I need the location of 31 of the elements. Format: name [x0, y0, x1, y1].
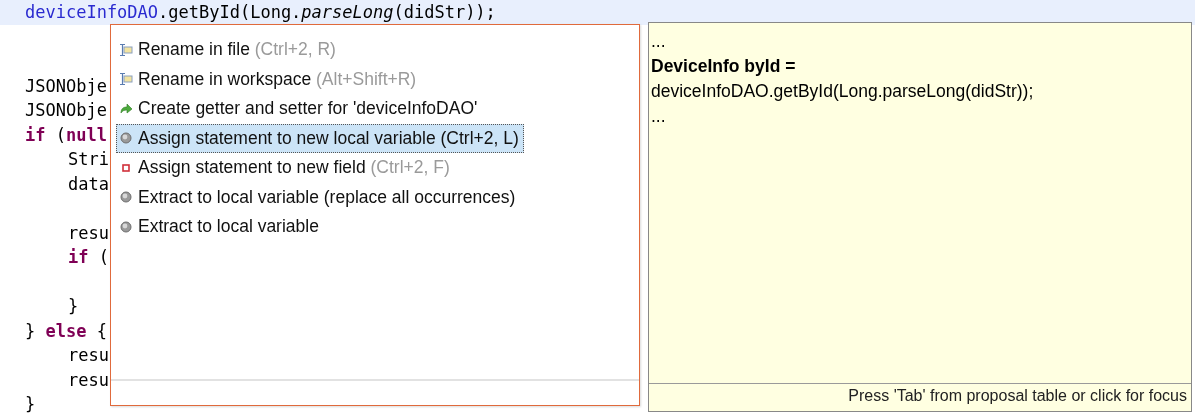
code-line: JSONObje	[25, 100, 107, 120]
code-line: resu	[68, 222, 109, 243]
arrow-icon	[119, 101, 133, 116]
preview-line: deviceInfoDAO.getById(Long.parseLong(didStr));	[651, 80, 1034, 103]
code-line: resu	[68, 345, 109, 365]
rename-icon	[119, 42, 133, 57]
proposal-item[interactable]: Rename in file (Ctrl+2, R)	[116, 35, 341, 65]
code-line: }	[25, 394, 36, 414]
code-line: Stri	[68, 149, 109, 169]
code-line: resu	[68, 369, 109, 390]
proposal-item[interactable]: Create getter and setter for 'deviceInfoDAO'	[116, 94, 483, 124]
code-line: data	[68, 173, 109, 194]
preview-line: DeviceInfo byId =	[651, 55, 796, 78]
rename-icon	[119, 72, 133, 87]
code-line: JSONObje	[25, 75, 107, 96]
proposal-item[interactable]: Assign statement to new local variable (Ctrl+2, L)	[116, 123, 524, 153]
code-line: deviceInfoDAO.getById(Long.parseLong(didStr));	[25, 2, 496, 22]
circle-icon	[119, 131, 133, 146]
preview-line: ...	[651, 105, 666, 128]
code-line: } else {	[25, 320, 107, 341]
proposal-item[interactable]: Extract to local variable	[116, 212, 324, 242]
circle-icon	[119, 190, 133, 205]
preview-line: ...	[651, 30, 666, 53]
circle-icon	[119, 219, 133, 234]
status-hint: Press 'Tab' from proposal table or click for focus	[649, 383, 1191, 411]
code-line: if (null	[25, 124, 107, 145]
code-line: if (	[68, 247, 109, 267]
code-line: }	[68, 296, 79, 316]
proposal-item[interactable]: Rename in workspace (Alt+Shift+R)	[116, 64, 422, 94]
proposal-item[interactable]: Extract to local variable (replace all occurrences)	[116, 182, 521, 212]
proposal-item[interactable]: Assign statement to new field (Ctrl+2, F)	[116, 153, 455, 183]
